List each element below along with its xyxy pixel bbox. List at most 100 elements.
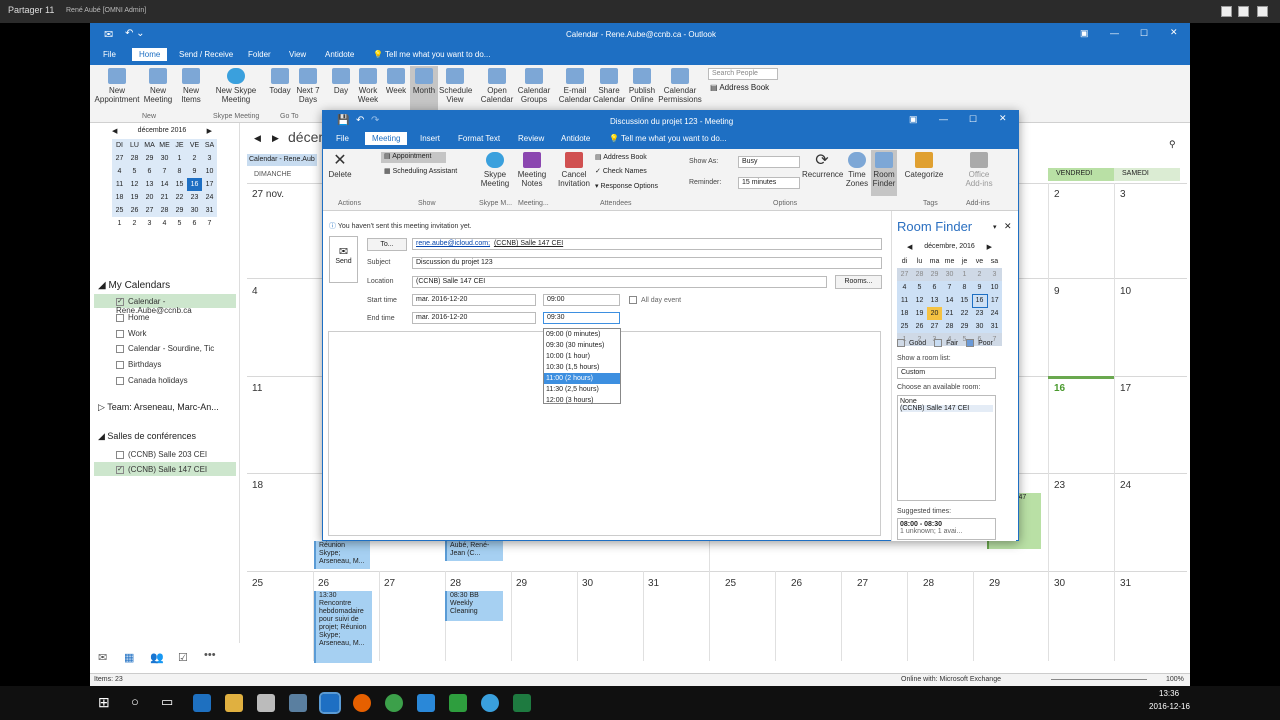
save-icon[interactable]: 💾 (337, 115, 349, 126)
more-icon[interactable]: ••• (204, 649, 216, 661)
checkbox-icon[interactable] (629, 296, 637, 304)
date-cell[interactable]: 26 (318, 578, 329, 589)
calendar-sourdine-item[interactable]: Calendar - Sourdine, Tic (116, 344, 214, 353)
calendar-home-item[interactable]: Home (116, 313, 149, 322)
minimize-button[interactable]: — (939, 114, 948, 124)
close-session-button[interactable] (1257, 6, 1268, 17)
calendar-icon[interactable]: ▦ (124, 651, 134, 664)
checkbox-icon[interactable] (116, 313, 124, 322)
date-cell[interactable]: 2 (1054, 189, 1060, 200)
date-cell[interactable]: 29 (989, 578, 1000, 589)
tab-home[interactable]: Home (132, 48, 168, 61)
checkbox-icon[interactable]: ✓ (116, 297, 124, 306)
minimize-button[interactable]: — (1110, 28, 1119, 38)
date-cell[interactable]: 30 (1054, 578, 1065, 589)
ie-icon[interactable] (417, 694, 435, 712)
tab-antidote[interactable]: Antidote (561, 134, 590, 143)
calendar-owner-tab[interactable]: Calendar - Rene.Aub (247, 154, 317, 166)
date-cell[interactable]: 28 (450, 578, 461, 589)
calendar-event[interactable]: 08:30 BB Weekly Cleaning (445, 591, 503, 621)
time-option[interactable]: 12:00 (3 hours) (544, 395, 620, 406)
meeting-notes-button[interactable]: Meeting Notes (515, 152, 549, 188)
cortana-icon[interactable]: ○ (131, 694, 139, 709)
date-cell[interactable]: 23 (1054, 480, 1065, 491)
new-meeting-button[interactable]: New Meeting (142, 68, 174, 104)
address-book-button[interactable]: ▤ Address Book (710, 83, 769, 92)
team-calendars-header[interactable]: ▷ Team: Arseneau, Marc-An... (98, 402, 219, 413)
open-calendar-button[interactable]: Open Calendar (480, 68, 514, 104)
date-cell[interactable]: 27 nov. (252, 189, 284, 200)
all-day-checkbox[interactable]: All day event (629, 296, 681, 304)
date-cell[interactable]: 9 (1054, 286, 1060, 297)
end-time-select[interactable]: 09:30 (543, 312, 620, 324)
date-cell[interactable]: 3 (1120, 189, 1126, 200)
date-cell[interactable]: 31 (1120, 578, 1131, 589)
date-cell[interactable]: 18 (252, 480, 263, 491)
work-week-button[interactable]: Work Week (354, 68, 382, 104)
tab-file[interactable]: File (336, 134, 349, 143)
checkbox-icon[interactable] (116, 344, 124, 353)
tab-folder[interactable]: Folder (248, 50, 271, 59)
date-cell[interactable]: 27 (857, 578, 868, 589)
edge-icon[interactable] (193, 694, 211, 712)
zoom-slider[interactable] (1048, 674, 1148, 686)
my-calendars-header[interactable]: ◢ My Calendars (98, 280, 170, 291)
tab-send-receive[interactable]: Send / Receive (179, 50, 233, 59)
date-cell[interactable]: 11 (252, 383, 262, 394)
mail-icon[interactable]: ✉ (98, 651, 107, 664)
chrome-icon[interactable] (385, 694, 403, 712)
excel-icon[interactable] (513, 694, 531, 712)
tab-antidote[interactable]: Antidote (325, 50, 354, 59)
time-option[interactable]: 09:00 (0 minutes) (544, 329, 620, 340)
close-button[interactable]: ✕ (1170, 27, 1178, 38)
calendar-event[interactable]: Aubé, René-Jean (C... (445, 541, 503, 561)
checkbox-icon[interactable] (116, 360, 124, 369)
date-cell[interactable]: 29 (516, 578, 527, 589)
response-options-button[interactable]: ▾ Response Options (595, 182, 658, 190)
tab-file[interactable]: File (103, 50, 116, 59)
week-view-button[interactable]: Week (384, 68, 408, 95)
calendar-birthdays-item[interactable]: Birthdays (116, 360, 161, 369)
date-cell[interactable]: 30 (582, 578, 593, 589)
time-option-selected[interactable]: 11:00 (2 hours) (544, 373, 620, 384)
search-people-input[interactable]: Search People (708, 68, 778, 80)
email-calendar-button[interactable]: E-mail Calendar (558, 68, 592, 104)
share-calendar-button[interactable]: Share Calendar (593, 68, 625, 104)
tab-view[interactable]: View (289, 50, 306, 59)
store-icon[interactable] (257, 694, 275, 712)
schedule-view-button[interactable]: Schedule View (439, 68, 472, 104)
date-cell[interactable]: 25 (725, 578, 736, 589)
minical-next-icon[interactable]: ▶ (207, 127, 212, 135)
recurrence-button[interactable]: ⟳ Recurrence (802, 152, 843, 179)
outlook-taskbar-icon[interactable] (319, 692, 341, 714)
office-addins-button[interactable]: Office Add-ins (964, 152, 994, 188)
next-month-arrow[interactable]: ▶ (272, 133, 279, 144)
calendar-holidays-item[interactable]: Canada holidays (116, 376, 188, 385)
app-icon[interactable] (449, 694, 467, 712)
categorize-button[interactable]: Categorize (903, 152, 945, 179)
calendar-work-item[interactable]: Work (116, 329, 147, 338)
cancel-invitation-button[interactable]: Cancel Invitation (556, 152, 592, 188)
room-option[interactable]: None (900, 398, 993, 405)
minimize-session-button[interactable] (1221, 6, 1232, 17)
time-option[interactable]: 09:30 (30 minutes) (544, 340, 620, 351)
start-date-input[interactable]: mar. 2016-12-20 (412, 294, 536, 306)
today-button[interactable]: Today (267, 68, 293, 95)
check-names-button[interactable]: ✓ Check Names (595, 167, 647, 175)
tab-format-text[interactable]: Format Text (458, 134, 500, 143)
app-icon[interactable] (289, 694, 307, 712)
address-book-button[interactable]: ▤ Address Book (595, 153, 647, 161)
undo-icon[interactable]: ↶ (356, 115, 364, 126)
rf-next-icon[interactable]: ▶ (987, 243, 992, 251)
calendar-event[interactable]: Réunion Skype; Arseneau, M... (314, 541, 370, 569)
restore-session-button[interactable] (1238, 6, 1249, 17)
date-cell[interactable]: 17 (1120, 383, 1131, 394)
maximize-button[interactable]: ☐ (1140, 28, 1148, 39)
calendar-event[interactable]: 13:30 Rencontre hebdomadaire pour suivi … (314, 591, 372, 663)
start-time-select[interactable]: 09:00 (543, 294, 620, 306)
end-time-dropdown[interactable]: 09:00 (0 minutes) 09:30 (30 minutes) 10:… (543, 328, 621, 404)
file-explorer-icon[interactable] (225, 694, 243, 712)
skype-meeting-button[interactable]: Skype Meeting (477, 152, 513, 188)
salles-header[interactable]: ◢ Salles de conférences (98, 431, 196, 442)
scheduling-assistant-button[interactable]: ▦ Scheduling Assistant (384, 167, 457, 175)
